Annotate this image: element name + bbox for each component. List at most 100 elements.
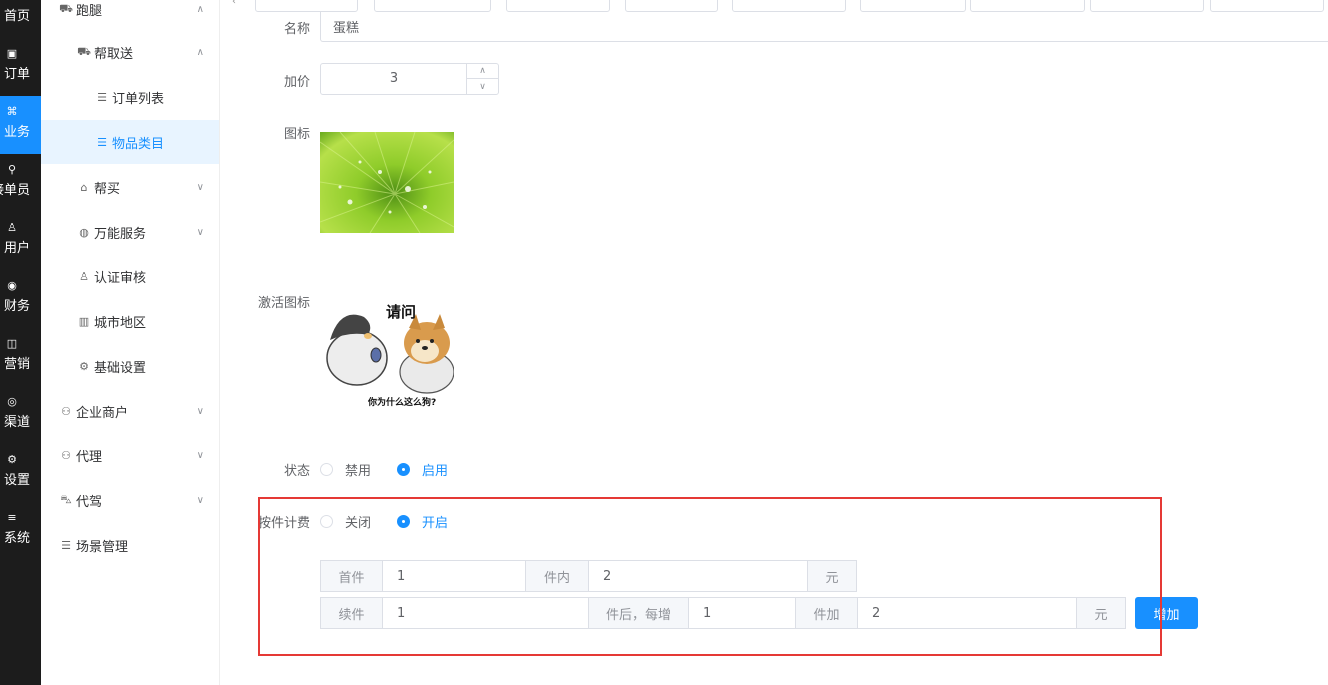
sub-sidebar: ⛟ 跑腿 ∧ ⛟ 帮取送 ∧ ☰ 订单列表 ☰ 物品类目 ⌂ 帮买 ∨ ◍ 万能服务 ∨ ♙ 认证审核 ▥ 城市地区 ⚙… xyxy=(41,0,220,685)
rail-item-4[interactable]: ⚲ 接单员 xyxy=(0,154,41,212)
chevron-down-icon[interactable]: ∨ xyxy=(197,182,204,193)
sidebar-item-label: 代驾 xyxy=(76,494,103,510)
highlight-box xyxy=(258,497,1162,656)
chevron-up-icon[interactable]: ∧ xyxy=(197,47,204,58)
tab-item[interactable] xyxy=(374,0,491,12)
sidebar-item-2[interactable]: ⛟ 帮取送 ∧ xyxy=(41,30,219,74)
tab-item[interactable] xyxy=(860,0,966,12)
sidebar-item-label: 跑腿 xyxy=(76,3,103,19)
main-nav-rail: ⌂ 首页 ▣ 订单 ⌘ 业务 ⚲ 接单员 ♙ 用户 ◉ 财务 ◫ 营销 ◎ 渠道 ⚙ 设置 ≡ 系统 xyxy=(0,0,41,685)
rail-item-label: 系统 xyxy=(3,531,30,546)
sidebar-item-1[interactable]: ⛟ 跑腿 ∧ xyxy=(41,0,219,31)
active-icon-label: 激活图标 xyxy=(257,296,310,311)
name-input[interactable]: 蛋糕 xyxy=(320,12,1328,42)
sidebar-item-label: 城市地区 xyxy=(94,315,147,331)
chevron-down-icon[interactable]: ∨ xyxy=(197,495,204,506)
sidebar-item-6[interactable]: ◍ 万能服务 ∨ xyxy=(41,210,219,254)
sidebar-item-4[interactable]: ☰ 物品类目 xyxy=(41,120,219,164)
gear-icon: ⚙ xyxy=(79,359,89,373)
status-label: 状态 xyxy=(283,464,310,479)
order-icon: ▣ xyxy=(6,47,18,60)
merchant-icon: ⚇ xyxy=(61,404,71,418)
sidebar-item-10[interactable]: ⚇ 企业商户 ∨ xyxy=(41,389,219,433)
sidebar-item-label: 场景管理 xyxy=(76,539,129,555)
meme-title: 请问 xyxy=(386,303,416,321)
tab-item[interactable] xyxy=(1210,0,1324,12)
sidebar-item-label: 基础设置 xyxy=(94,360,147,376)
tab-item[interactable] xyxy=(732,0,846,12)
sidebar-item-label: 订单列表 xyxy=(112,91,165,107)
rail-item-10[interactable]: ≡ 系统 xyxy=(0,502,41,560)
channel-icon: ◎ xyxy=(7,395,17,408)
rail-item-label: 营销 xyxy=(3,357,30,372)
sidebar-item-5[interactable]: ⌂ 帮买 ∨ xyxy=(41,165,219,209)
status-radio-disable[interactable]: 禁用 xyxy=(320,460,371,479)
sidebar-item-3[interactable]: ☰ 订单列表 xyxy=(41,75,219,119)
chevron-up-icon[interactable]: ∧ xyxy=(197,4,204,15)
sidebar-item-8[interactable]: ▥ 城市地区 xyxy=(41,299,219,343)
list-icon: ☰ xyxy=(97,90,107,104)
tab-item[interactable] xyxy=(1090,0,1204,12)
rail-item-1[interactable]: ⌂ 首页 xyxy=(0,0,41,38)
sidebar-item-13[interactable]: ☰ 场景管理 xyxy=(41,523,219,567)
radio-label: 禁用 xyxy=(345,464,372,479)
icon-image[interactable] xyxy=(320,132,454,233)
tab-item[interactable] xyxy=(625,0,718,12)
list-icon: ☰ xyxy=(97,135,107,149)
stepper-down-icon[interactable]: ∨ xyxy=(467,79,498,94)
sidebar-item-label: 帮买 xyxy=(94,181,121,197)
rail-item-label: 渠道 xyxy=(3,415,30,430)
status-radio-enable[interactable]: 启用 xyxy=(397,460,448,479)
radio-label: 启用 xyxy=(422,464,449,479)
rail-item-label: 用户 xyxy=(3,241,30,256)
rail-item-5[interactable]: ♙ 用户 xyxy=(0,212,41,270)
chevron-down-icon[interactable]: ∨ xyxy=(197,406,204,417)
name-label: 名称 xyxy=(283,22,310,37)
tab-item[interactable] xyxy=(970,0,1085,12)
settings-icon: ⚙ xyxy=(7,453,17,466)
sidebar-item-label: 帮取送 xyxy=(94,46,134,62)
tab-item[interactable] xyxy=(255,0,358,12)
rail-item-6[interactable]: ◉ 财务 xyxy=(0,270,41,328)
rail-item-label: 接单员 xyxy=(0,183,30,198)
tab-item[interactable] xyxy=(506,0,610,12)
sidebar-item-11[interactable]: ⚇ 代理 ∨ xyxy=(41,433,219,477)
sidebar-item-12[interactable]: ⛍ 代驾 ∨ xyxy=(41,478,219,522)
rider-icon: ⚲ xyxy=(7,163,17,176)
user-check-icon: ♙ xyxy=(79,269,89,283)
sidebar-item-label: 认证审核 xyxy=(94,270,147,286)
stepper-buttons: ∧ ∨ xyxy=(466,64,498,94)
globe-icon: ◍ xyxy=(79,225,89,239)
stepper-up-icon[interactable]: ∧ xyxy=(467,64,498,79)
sidebar-item-label: 物品类目 xyxy=(112,136,165,152)
sidebar-item-9[interactable]: ⚙ 基础设置 xyxy=(41,344,219,388)
price-label: 加价 xyxy=(283,75,310,90)
rail-item-8[interactable]: ◎ 渠道 xyxy=(0,386,41,444)
rail-item-2[interactable]: ▣ 订单 xyxy=(0,38,41,96)
business-icon: ⌘ xyxy=(6,105,18,118)
icon-label: 图标 xyxy=(283,127,310,142)
price-stepper[interactable]: 3 ∧ ∨ xyxy=(320,63,499,95)
rail-item-label: 首页 xyxy=(3,9,30,24)
price-value[interactable]: 3 xyxy=(321,64,467,94)
rail-item-label: 财务 xyxy=(3,299,30,314)
sidebar-item-label: 企业商户 xyxy=(76,405,129,421)
rail-item-3[interactable]: ⌘ 业务 xyxy=(0,96,41,154)
rail-item-label: 业务 xyxy=(3,125,30,140)
rail-item-label: 订单 xyxy=(3,67,30,82)
chevron-down-icon[interactable]: ∨ xyxy=(197,227,204,238)
radio-dot[interactable] xyxy=(397,463,410,476)
marketing-icon: ◫ xyxy=(6,337,18,350)
finance-icon: ◉ xyxy=(7,279,17,292)
agent-icon: ⚇ xyxy=(61,448,71,462)
car-icon: ⛍ xyxy=(60,492,72,506)
rail-item-9[interactable]: ⚙ 设置 xyxy=(0,444,41,502)
basket-icon: ⌂ xyxy=(80,180,88,194)
tab-scroll-left-icon[interactable]: ‹ xyxy=(232,0,236,7)
rail-item-7[interactable]: ◫ 营销 xyxy=(0,328,41,386)
chevron-down-icon[interactable]: ∨ xyxy=(197,450,204,461)
sidebar-item-7[interactable]: ♙ 认证审核 xyxy=(41,254,219,298)
active-icon-image[interactable]: 请问 你为什么这么狗? xyxy=(320,295,454,407)
radio-dot[interactable] xyxy=(320,463,333,476)
sidebar-item-label: 代理 xyxy=(76,449,103,465)
